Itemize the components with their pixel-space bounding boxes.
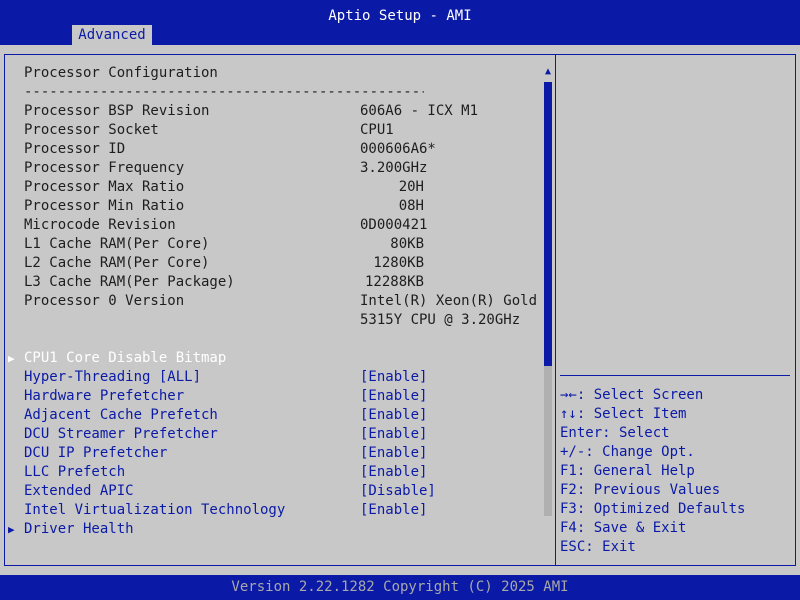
help-select-item: ↑↓: Select Item [560,406,687,422]
option-value-adjacent-cache-prefetch[interactable]: [Enable] [360,406,427,425]
option-extended-apic[interactable]: Extended APIC [24,482,134,501]
section-separator: ----------------------------------------… [24,84,424,100]
option-value-extended-apic[interactable]: [Disable] [360,482,436,501]
info-label-bsp-revision: Processor BSP Revision [24,103,210,119]
help-esc-exit: ESC: Exit [560,539,636,555]
option-value-dcu-streamer-prefetcher[interactable]: [Enable] [360,425,427,444]
submenu-arrow-icon: ▶ [8,352,15,365]
option-adjacent-cache-prefetch[interactable]: Adjacent Cache Prefetch [24,406,218,425]
option-value-hardware-prefetcher[interactable]: [Enable] [360,387,427,406]
help-select-screen: →←: Select Screen [560,387,704,403]
help-optimized-defaults: F3: Optimized Defaults [560,501,746,517]
option-value-intel-virtualization[interactable]: [Enable] [360,501,427,520]
option-hyper-threading[interactable]: Hyper-Threading [ALL] [24,368,201,387]
info-value-frequency: 3.200GHz [360,160,428,176]
submenu-arrow-icon: ▶ [8,523,15,536]
info-label-min-ratio: Processor Min Ratio [24,198,185,214]
option-intel-virtualization[interactable]: Intel Virtualization Technology [24,501,285,520]
help-enter-select: Enter: Select [560,425,670,441]
info-label-l1-cache: L1 Cache RAM(Per Core) [24,236,210,252]
help-save-exit: F4: Save & Exit [560,520,687,536]
option-llc-prefetch[interactable]: LLC Prefetch [24,463,125,482]
help-previous-values: F2: Previous Values [560,482,721,498]
option-value-hyper-threading[interactable]: [Enable] [360,368,427,387]
info-value-socket: CPU1 [360,122,394,138]
info-value-l1-cache: 80KB [390,236,424,252]
option-value-dcu-ip-prefetcher[interactable]: [Enable] [360,444,427,463]
info-value-min-ratio: 08H [398,198,424,214]
submenu-cpu1-core-disable-bitmap[interactable]: CPU1 Core Disable Bitmap [24,349,226,368]
info-value-l2-cache: 1280KB [373,255,424,271]
info-label-l2-cache: L2 Cache RAM(Per Core) [24,255,210,271]
info-label-frequency: Processor Frequency [24,160,185,176]
footer-bar: Version 2.22.1282 Copyright (C) 2025 AMI [0,575,800,600]
info-label-microcode: Microcode Revision [24,217,176,233]
info-label-processor-version: Processor 0 Version [24,293,185,309]
option-value-llc-prefetch[interactable]: [Enable] [360,463,427,482]
info-value-processor-version: Intel(R) Xeon(R) Gold [360,293,538,309]
scrollbar-thumb[interactable] [544,82,552,366]
help-general-help: F1: General Help [560,463,695,479]
title-bar: Aptio Setup - AMI Advanced [0,0,800,45]
option-dcu-streamer-prefetcher[interactable]: DCU Streamer Prefetcher [24,425,218,444]
tab-advanced[interactable]: Advanced [72,25,152,45]
app-title: Aptio Setup - AMI [328,8,472,24]
info-value-bsp-revision: 606A6 - ICX M1 [360,103,479,119]
info-label-processor-id: Processor ID [24,141,126,157]
info-label-l3-cache: L3 Cache RAM(Per Package) [24,274,235,290]
version-text: Version 2.22.1282 Copyright (C) 2025 AMI [231,579,569,595]
option-hardware-prefetcher[interactable]: Hardware Prefetcher [24,387,184,406]
help-change-opt: +/-: Change Opt. [560,444,695,460]
info-value-processor-version-line2: 5315Y CPU @ 3.20GHz [360,312,521,328]
option-dcu-ip-prefetcher[interactable]: DCU IP Prefetcher [24,444,167,463]
section-title: Processor Configuration [24,65,218,81]
info-label-socket: Processor Socket [24,122,159,138]
info-value-l3-cache: 12288KB [364,274,424,290]
help-divider [560,375,790,376]
info-value-processor-id: 000606A6* [360,141,436,157]
info-value-microcode: 0D000421 [360,217,428,233]
info-value-max-ratio: 20H [398,179,424,195]
submenu-driver-health[interactable]: Driver Health [24,520,134,539]
scroll-up-arrow-icon[interactable]: ▲ [541,65,555,79]
main-area: Processor Configuration ----------------… [0,45,800,575]
info-label-max-ratio: Processor Max Ratio [24,179,185,195]
